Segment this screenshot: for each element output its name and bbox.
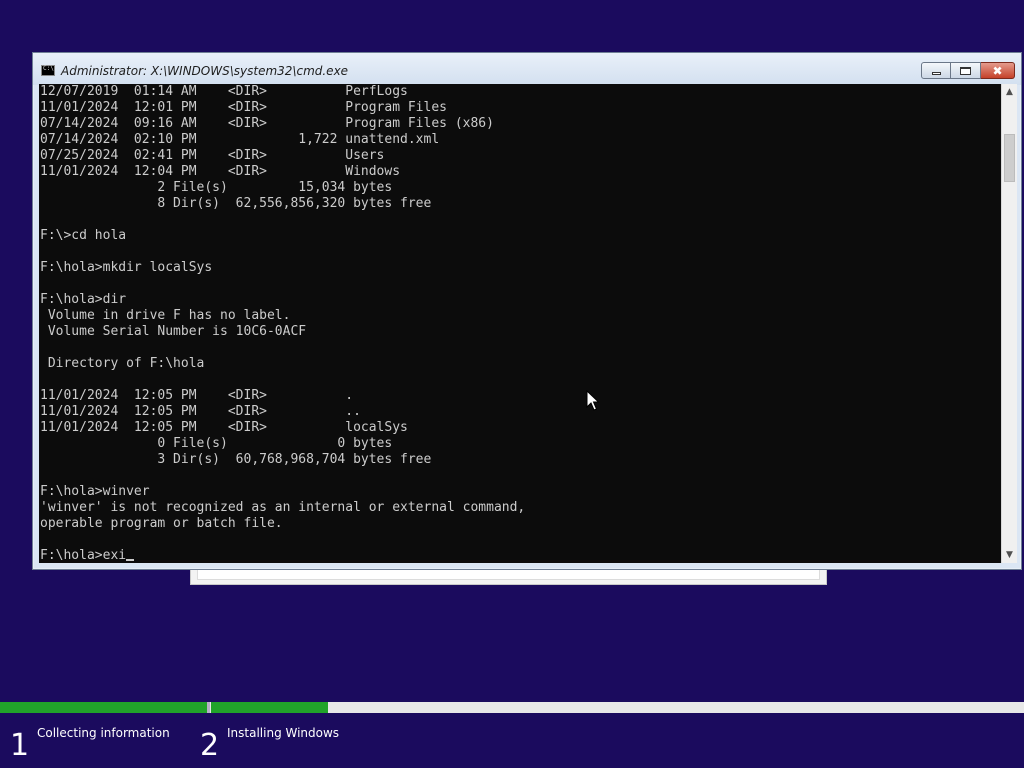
console-line: Directory of F:\hola — [40, 356, 205, 371]
caption-buttons: ✖ — [921, 62, 1015, 80]
cmd-icon — [41, 65, 55, 76]
console-line: 11/01/2024 12:05 PM <DIR> localSys — [40, 420, 408, 435]
console-line: Volume Serial Number is 10C6-0ACF — [40, 324, 307, 339]
text-cursor — [126, 559, 135, 561]
progress-divider — [207, 702, 210, 713]
title-bar[interactable]: Administrator: X:\WINDOWS\system32\cmd.e… — [33, 53, 1021, 85]
console-line: 07/14/2024 02:10 PM 1,722 unattend.xml — [40, 132, 440, 147]
step-number: 1 — [10, 728, 30, 763]
console-line: 11/01/2024 12:05 PM <DIR> . — [40, 388, 354, 403]
vertical-scrollbar[interactable]: ▲ ▼ — [1001, 84, 1017, 563]
progress-segment-installing — [211, 702, 328, 713]
mouse-pointer-icon — [586, 390, 600, 411]
console-line: 07/25/2024 02:41 PM <DIR> Users — [40, 148, 385, 163]
scroll-up-icon[interactable]: ▲ — [1002, 84, 1017, 100]
progress-segment-collecting — [0, 702, 207, 713]
cmd-window[interactable]: Administrator: X:\WINDOWS\system32\cmd.e… — [32, 52, 1022, 570]
maximize-icon — [960, 66, 971, 75]
console-line: 'winver' is not recognized as an interna… — [40, 500, 526, 515]
close-icon: ✖ — [992, 63, 1003, 78]
console-line: 8 Dir(s) 62,556,856,320 bytes free — [40, 196, 432, 211]
scroll-thumb[interactable] — [1004, 134, 1015, 182]
maximize-button[interactable] — [951, 62, 981, 79]
console-line: 12/07/2019 01:14 AM <DIR> PerfLogs — [40, 84, 408, 99]
console-line: 11/01/2024 12:01 PM <DIR> Program Files — [40, 100, 447, 115]
console-line: F:\hola>winver — [40, 484, 150, 499]
console-line: 07/14/2024 09:16 AM <DIR> Program Files … — [40, 116, 494, 131]
console-line: 0 File(s) 0 bytes — [40, 436, 393, 451]
console-line: 2 File(s) 15,034 bytes — [40, 180, 393, 195]
console-input-line[interactable]: F:\hola>exi — [39, 548, 1001, 563]
step-label: Installing Windows — [227, 726, 340, 740]
minimize-button[interactable] — [921, 62, 951, 79]
scroll-down-icon[interactable]: ▼ — [1002, 547, 1017, 563]
console-line: operable program or batch file. — [40, 516, 283, 531]
close-button[interactable]: ✖ — [981, 62, 1015, 79]
console-line: 3 Dir(s) 60,768,968,704 bytes free — [40, 452, 432, 467]
console-line: F:\hola>dir — [40, 292, 127, 307]
step-number: 2 — [200, 728, 220, 763]
console-line: F:\hola>mkdir localSys — [40, 260, 213, 275]
console-line: 11/01/2024 12:04 PM <DIR> Windows — [40, 164, 401, 179]
step-label: Collecting information — [37, 726, 170, 740]
window-title: Administrator: X:\WINDOWS\system32\cmd.e… — [61, 64, 349, 78]
console-output[interactable]: 12/07/2019 01:14 AM <DIR> PerfLogs 11/01/… — [39, 84, 1001, 563]
console-line: 11/01/2024 12:05 PM <DIR> .. — [40, 404, 361, 419]
console-line: Volume in drive F has no label. — [40, 308, 291, 323]
console-current-input[interactable]: F:\hola>exi — [40, 548, 126, 563]
minimize-icon — [931, 71, 941, 75]
setup-progress-bar — [0, 702, 1024, 713]
console-line: F:\>cd hola — [40, 228, 127, 243]
